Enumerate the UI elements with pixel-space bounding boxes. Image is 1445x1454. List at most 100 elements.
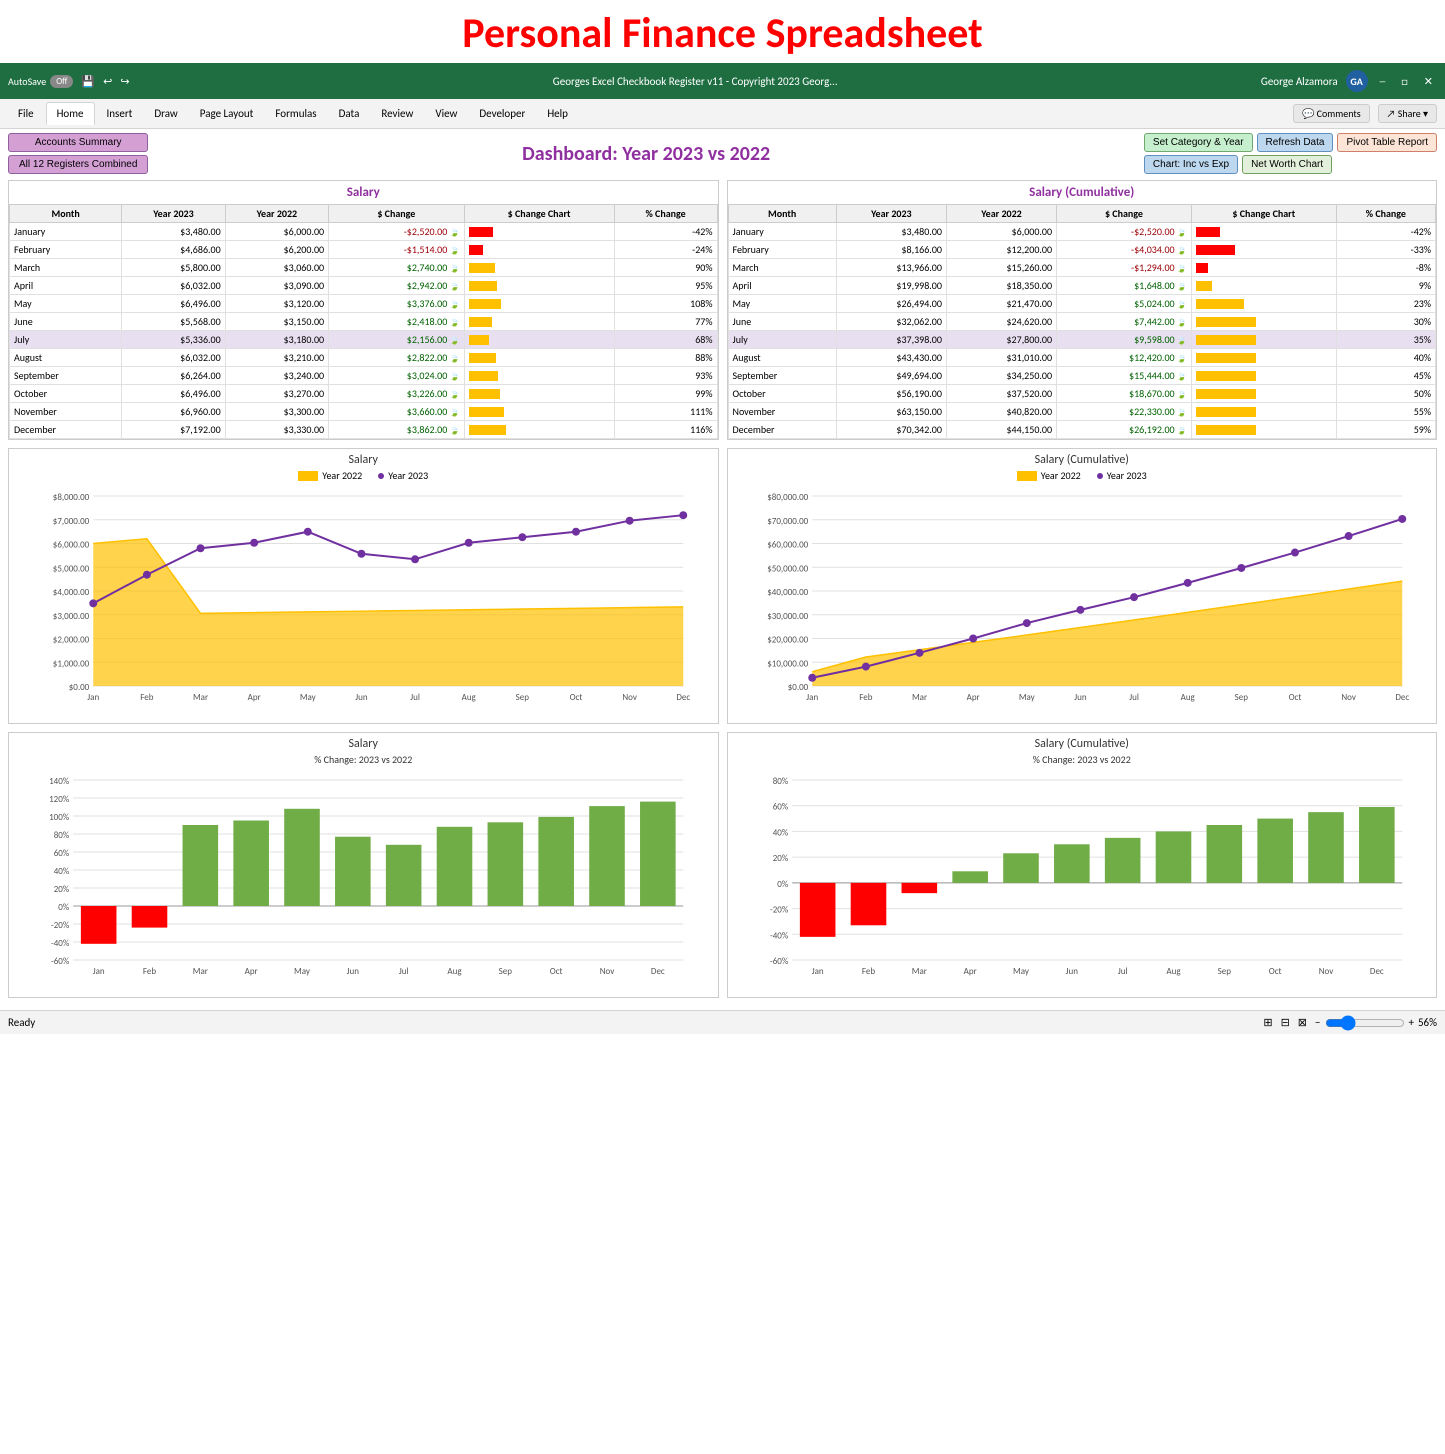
svg-text:Jun: Jun	[347, 966, 360, 977]
svg-text:Jul: Jul	[410, 692, 420, 703]
salary-line-chart: Salary Year 2022 Year 2023 $8,000.00$7,0…	[8, 448, 719, 724]
cell-change: -$1,514.00 🍃	[329, 241, 464, 259]
cell-chart	[1191, 331, 1336, 349]
minimize-btn[interactable]: ─	[1376, 75, 1390, 88]
normal-view-icon[interactable]: ⊞	[1263, 1016, 1272, 1029]
svg-text:Apr: Apr	[963, 966, 976, 977]
zoom-slider[interactable]	[1325, 1015, 1405, 1031]
cell-chart	[1191, 385, 1336, 403]
svg-text:Oct: Oct	[570, 692, 583, 703]
tab-review[interactable]: Review	[371, 103, 423, 124]
autosave-toggle[interactable]: Off	[50, 75, 73, 88]
cell-pct: -8%	[1336, 259, 1435, 277]
cell-chart	[1191, 403, 1336, 421]
dashboard-title: Dashboard: Year 2023 vs 2022	[148, 142, 1144, 166]
cell-month: November	[728, 403, 836, 421]
cell-2022: $3,330.00	[225, 421, 328, 439]
page-layout-icon[interactable]: ⊟	[1281, 1016, 1290, 1029]
set-category-btn[interactable]: Set Category & Year	[1144, 133, 1253, 152]
toolbar-undo-icon[interactable]: ↩	[103, 75, 112, 88]
legend-yellow-2	[1017, 471, 1037, 481]
svg-text:-40%: -40%	[769, 930, 788, 941]
cell-2023: $63,150.00	[836, 403, 946, 421]
svg-text:-20%: -20%	[51, 920, 70, 931]
salary-cumulative-svg-chart: $80,000.00$70,000.00$60,000.00$50,000.00…	[732, 486, 1433, 716]
tab-home[interactable]: Home	[46, 102, 95, 125]
cell-2023: $37,398.00	[836, 331, 946, 349]
tab-file[interactable]: File	[8, 103, 44, 124]
cell-chart	[464, 385, 614, 403]
chart3-title: Salary	[13, 737, 714, 751]
salary-table-title: Salary	[9, 181, 718, 204]
pivot-table-btn[interactable]: Pivot Table Report	[1337, 133, 1437, 152]
toolbar-save-icon[interactable]: 💾	[81, 75, 95, 88]
cell-pct: 108%	[614, 295, 717, 313]
cell-2022: $3,270.00	[225, 385, 328, 403]
col-month-c: Month	[728, 205, 836, 223]
cell-chart	[464, 223, 614, 241]
cell-2023: $6,496.00	[122, 295, 225, 313]
all-registers-btn[interactable]: All 12 Registers Combined	[8, 155, 148, 174]
svg-text:$70,000.00: $70,000.00	[767, 516, 808, 527]
svg-text:Feb: Feb	[861, 966, 874, 977]
tab-draw[interactable]: Draw	[144, 103, 187, 124]
tab-view[interactable]: View	[425, 103, 467, 124]
cell-change: -$4,034.00 🍃	[1057, 241, 1192, 259]
cell-2022: $3,060.00	[225, 259, 328, 277]
status-ready: Ready	[8, 1016, 35, 1029]
svg-text:$80,000.00: $80,000.00	[767, 492, 808, 503]
svg-text:Oct: Oct	[1288, 692, 1301, 703]
close-btn[interactable]: ✕	[1420, 75, 1437, 88]
salary-cumulative-table-section: Salary (Cumulative) Month Year 2023 Year…	[727, 180, 1438, 448]
share-btn[interactable]: ↗ Share ▾	[1378, 104, 1437, 123]
svg-text:Feb: Feb	[859, 692, 872, 703]
cell-month: March	[10, 259, 122, 277]
cell-pct: 90%	[614, 259, 717, 277]
cell-change: $3,862.00 🍃	[329, 421, 464, 439]
tab-page-layout[interactable]: Page Layout	[190, 103, 264, 124]
comments-btn[interactable]: 💬 Comments	[1293, 104, 1370, 123]
cell-pct: 111%	[614, 403, 717, 421]
net-worth-btn[interactable]: Net Worth Chart	[1242, 155, 1332, 174]
accounts-summary-btn[interactable]: Accounts Summary	[8, 133, 148, 152]
cell-2022: $27,800.00	[946, 331, 1056, 349]
svg-text:$10,000.00: $10,000.00	[767, 658, 808, 669]
cell-change: $1,648.00 🍃	[1057, 277, 1192, 295]
svg-text:100%: 100%	[49, 812, 70, 823]
tab-data[interactable]: Data	[329, 103, 370, 124]
toolbar-redo-icon[interactable]: ↪	[120, 75, 129, 88]
svg-text:80%: 80%	[772, 776, 788, 787]
cell-2022: $3,150.00	[225, 313, 328, 331]
chart4-title: Salary (Cumulative)	[732, 737, 1433, 751]
cell-pct: 88%	[614, 349, 717, 367]
tab-help[interactable]: Help	[537, 103, 578, 124]
cell-2022: $37,520.00	[946, 385, 1056, 403]
maximize-btn[interactable]: □	[1397, 75, 1412, 88]
svg-text:$30,000.00: $30,000.00	[767, 611, 808, 622]
svg-text:Sep: Sep	[499, 966, 513, 977]
svg-text:Jul: Jul	[399, 966, 409, 977]
cell-pct: 45%	[1336, 367, 1435, 385]
zoom-in-btn[interactable]: +	[1409, 1016, 1414, 1029]
zoom-out-btn[interactable]: −	[1315, 1016, 1320, 1029]
cell-2022: $6,200.00	[225, 241, 328, 259]
dashboard-left-buttons: Accounts Summary All 12 Registers Combin…	[8, 133, 148, 174]
cell-2023: $5,568.00	[122, 313, 225, 331]
chart-inc-exp-btn[interactable]: Chart: Inc vs Exp	[1144, 155, 1238, 174]
cell-2023: $13,966.00	[836, 259, 946, 277]
legend-label-yellow-1: Year 2022	[322, 469, 362, 482]
cell-2022: $3,090.00	[225, 277, 328, 295]
svg-text:$5,000.00: $5,000.00	[53, 563, 90, 574]
salary-table: Month Year 2023 Year 2022 $ Change $ Cha…	[9, 204, 718, 439]
svg-text:Nov: Nov	[600, 966, 615, 977]
tab-formulas[interactable]: Formulas	[265, 103, 326, 124]
tab-insert[interactable]: Insert	[97, 103, 143, 124]
cell-2023: $6,264.00	[122, 367, 225, 385]
cell-2022: $6,000.00	[946, 223, 1056, 241]
cell-month: January	[10, 223, 122, 241]
svg-text:60%: 60%	[54, 848, 70, 859]
refresh-data-btn[interactable]: Refresh Data	[1257, 133, 1334, 152]
page-break-icon[interactable]: ⊠	[1298, 1016, 1307, 1029]
tab-developer[interactable]: Developer	[469, 103, 535, 124]
svg-text:$40,000.00: $40,000.00	[767, 587, 808, 598]
